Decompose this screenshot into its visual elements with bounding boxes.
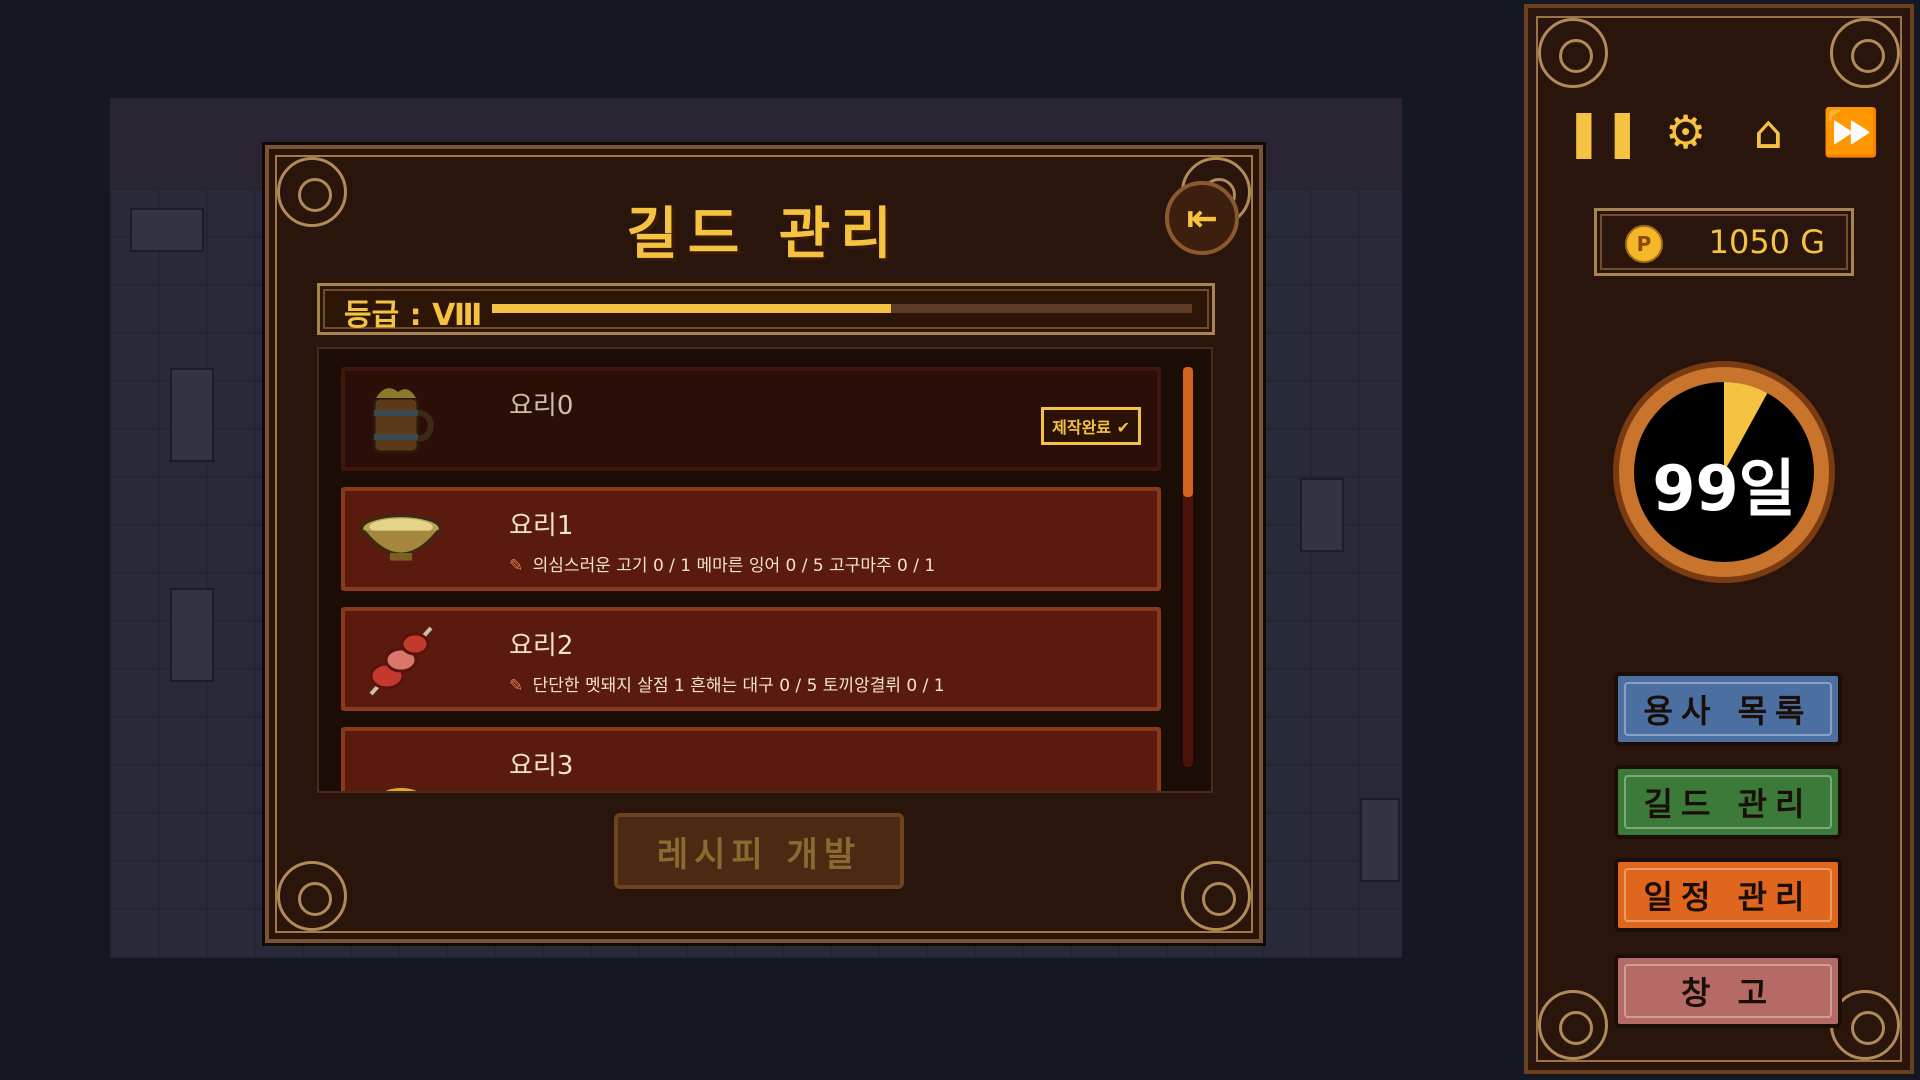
exit-door-icon: ⇤	[1186, 196, 1218, 240]
recipe-item[interactable]: 요리1 ✎ 의심스러운 고기 0 / 1 메마른 잉어 0 / 5 고구마주 0…	[341, 487, 1161, 591]
recipe-item[interactable]: 요리2 ✎ 단단한 멧돼지 살점 1 흔해는 대구 0 / 5 토끼앙결뤼 0 …	[341, 607, 1161, 711]
recipe-item[interactable]: 요리0 제작완료 ✔	[341, 367, 1161, 471]
crafted-badge: 제작완료 ✔	[1041, 407, 1141, 445]
button-label: 용사 목록	[1643, 692, 1813, 730]
button-label: 일정 관리	[1643, 878, 1813, 916]
guild-management-dialog: 길드 관리 ⇤ 등급 : Ⅷ 요리0 제작완료 ✔ 요리1 ✎ 의심스러운 고기…	[265, 145, 1263, 943]
scene-furniture	[1300, 478, 1344, 552]
grade-progress-track	[492, 304, 1192, 313]
wooden-mug-icon	[359, 381, 443, 459]
recipe-item[interactable]: 요리3	[341, 727, 1161, 791]
bowl-icon	[359, 501, 443, 579]
ornament-corner	[1830, 18, 1900, 88]
scene-furniture	[170, 368, 214, 462]
ingredient-text: 의심스러운 고기 0 / 1 메마른 잉어 0 / 5 고구마주 0 / 1	[532, 556, 936, 576]
meat-skewer-icon	[359, 621, 443, 699]
scrollbar-thumb[interactable]	[1183, 367, 1193, 497]
recipe-name: 요리3	[509, 751, 574, 781]
guild-grade-bar: 등급 : Ⅷ	[317, 283, 1215, 335]
storage-button[interactable]: 창 고	[1614, 954, 1842, 1028]
recipe-name: 요리2	[509, 631, 574, 661]
scene-furniture	[170, 588, 214, 682]
ornament-corner	[277, 861, 347, 931]
exit-button[interactable]: ⇤	[1165, 181, 1239, 255]
badge-label: 제작완료	[1052, 418, 1112, 437]
meat-icon: ✎	[509, 556, 524, 576]
ornament-corner	[1181, 861, 1251, 931]
fast-forward-icon[interactable]: ⏩	[1820, 102, 1882, 162]
home-icon[interactable]: ⌂	[1737, 102, 1799, 162]
recipe-name: 요리1	[509, 511, 574, 541]
gold-display: P 1050 G	[1594, 208, 1854, 276]
recipe-name: 요리0	[509, 391, 574, 421]
ingredient-list: ✎ 단단한 멧돼지 살점 1 흔해는 대구 0 / 5 토끼앙결뤼 0 / 1	[509, 671, 945, 696]
ornament-corner	[1538, 18, 1608, 88]
settings-gear-icon[interactable]: ⚙	[1655, 102, 1717, 162]
scene-furniture	[130, 208, 204, 252]
right-sidebar: ❚❚ ⚙ ⌂ ⏩ P 1050 G 99일 용사 목록 길드 관리 일정 관리 …	[1524, 4, 1914, 1074]
hero-list-button[interactable]: 용사 목록	[1614, 672, 1842, 746]
ornament-corner	[1538, 990, 1608, 1060]
schedule-management-button[interactable]: 일정 관리	[1614, 858, 1842, 932]
day-counter: 99일	[1652, 452, 1796, 525]
scene-furniture	[1360, 798, 1400, 882]
gold-coin-icon: P	[1625, 225, 1663, 263]
button-label: 길드 관리	[1643, 785, 1813, 823]
guild-management-button[interactable]: 길드 관리	[1614, 765, 1842, 839]
button-label: 창 고	[1680, 974, 1776, 1012]
grade-progress-fill	[492, 304, 891, 313]
recipe-list[interactable]: 요리0 제작완료 ✔ 요리1 ✎ 의심스러운 고기 0 / 1 메마른 잉어 0…	[317, 347, 1213, 793]
shield-check-icon: ✔	[1116, 418, 1130, 437]
toolbar-icons: ❚❚ ⚙ ⌂ ⏩	[1564, 102, 1882, 162]
ingredient-icon: ✎	[509, 676, 524, 696]
food-icon	[359, 741, 443, 791]
pause-icon[interactable]: ❚❚	[1564, 102, 1641, 162]
ingredient-list: ✎ 의심스러운 고기 0 / 1 메마른 잉어 0 / 5 고구마주 0 / 1	[509, 551, 935, 576]
ingredient-text: 단단한 멧돼지 살점 1 흔해는 대구 0 / 5 토끼앙결뤼 0 / 1	[532, 676, 945, 696]
gold-amount: 1050 G	[1708, 223, 1825, 261]
dialog-title: 길드 관리	[626, 202, 902, 267]
develop-recipe-button[interactable]: 레시피 개발	[614, 813, 904, 889]
grade-label: 등급 : Ⅷ	[344, 298, 483, 333]
